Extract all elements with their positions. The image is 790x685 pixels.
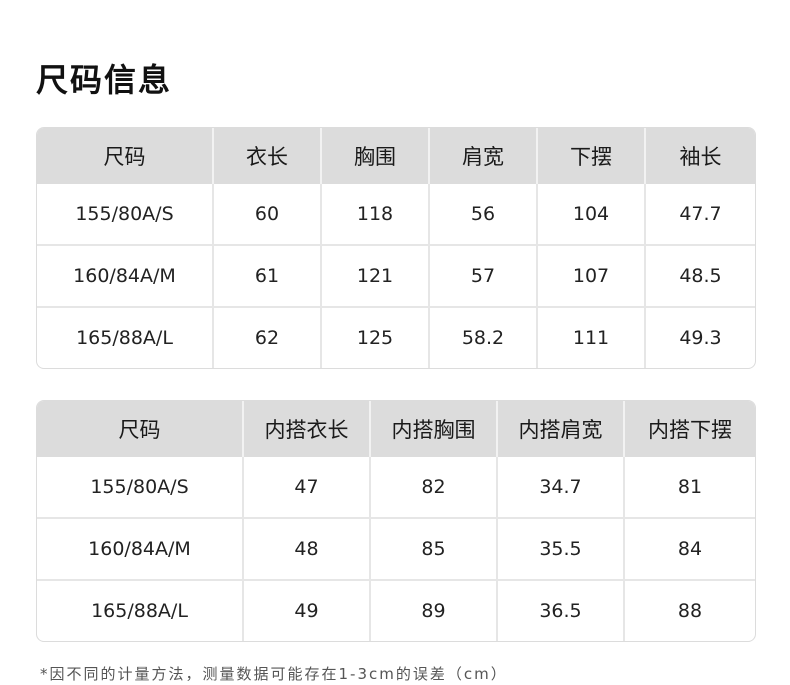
cell-chest: 118 — [322, 184, 430, 246]
cell-inner-chest: 82 — [371, 457, 498, 519]
cell-inner-hem: 81 — [625, 457, 755, 519]
table-row: 165/88A/L 49 89 36.5 88 — [37, 581, 755, 641]
header-inner-hem: 内搭下摆 — [625, 401, 755, 457]
header-inner-shoulder: 内搭肩宽 — [498, 401, 625, 457]
cell-inner-length: 49 — [244, 581, 371, 641]
table-header-row: 尺码 衣长 胸围 肩宽 下摆 袖长 — [37, 128, 755, 184]
cell-hem: 104 — [538, 184, 646, 246]
header-size: 尺码 — [37, 128, 214, 184]
cell-shoulder: 57 — [430, 246, 538, 308]
cell-length: 61 — [214, 246, 322, 308]
cell-size: 165/88A/L — [37, 308, 214, 368]
cell-inner-length: 47 — [244, 457, 371, 519]
cell-chest: 121 — [322, 246, 430, 308]
cell-hem: 111 — [538, 308, 646, 368]
cell-length: 60 — [214, 184, 322, 246]
cell-inner-hem: 88 — [677, 600, 703, 622]
measurement-footnote: *因不同的计量方法，测量数据可能存在1-3cm的误差（cm） — [40, 665, 508, 683]
cell-chest: 125 — [322, 308, 430, 368]
cell-hem: 107 — [538, 246, 646, 308]
cell-sleeve: 47.7 — [646, 184, 755, 246]
cell-inner-hem: 84 — [625, 519, 755, 581]
size-table-inner: 尺码 内搭衣长 内搭胸围 内搭肩宽 内搭下摆 155/80A/S 47 82 3… — [36, 400, 756, 642]
cell-size: 160/84A/M — [37, 519, 244, 581]
cell-inner-shoulder: 36.5 — [498, 581, 625, 641]
cell-size: 160/84A/M — [37, 246, 214, 308]
cell-shoulder: 58.2 — [430, 308, 538, 368]
table-row: 155/80A/S 60 118 56 104 47.7 — [37, 184, 755, 246]
cell-size: 155/80A/S — [37, 184, 214, 246]
table-row: 155/80A/S 47 82 34.7 81 — [37, 457, 755, 519]
header-length: 衣长 — [214, 128, 322, 184]
header-inner-length: 内搭衣长 — [244, 401, 371, 457]
cell-inner-shoulder: 35.5 — [498, 519, 625, 581]
cell-inner-chest: 89 — [371, 581, 498, 641]
cell-sleeve: 49.3 — [679, 327, 722, 349]
cell-sleeve: 48.5 — [646, 246, 755, 308]
table-row: 160/84A/M 48 85 35.5 84 — [37, 519, 755, 581]
cell-size: 155/80A/S — [37, 457, 244, 519]
header-size: 尺码 — [37, 401, 244, 457]
table-row: 160/84A/M 61 121 57 107 48.5 — [37, 246, 755, 308]
table-header-row: 尺码 内搭衣长 内搭胸围 内搭肩宽 内搭下摆 — [37, 401, 755, 457]
page-title: 尺码信息 — [36, 61, 173, 99]
header-shoulder: 肩宽 — [430, 128, 538, 184]
header-hem: 下摆 — [538, 128, 646, 184]
cell-inner-length: 48 — [244, 519, 371, 581]
cell-length: 62 — [214, 308, 322, 368]
cell-shoulder: 56 — [430, 184, 538, 246]
header-inner-chest: 内搭胸围 — [371, 401, 498, 457]
table-row: 165/88A/L 62 125 58.2 111 49.3 — [37, 308, 755, 368]
header-sleeve: 袖长 — [646, 128, 755, 184]
cell-inner-shoulder: 34.7 — [498, 457, 625, 519]
header-chest: 胸围 — [322, 128, 430, 184]
cell-size: 165/88A/L — [37, 581, 244, 641]
size-table-garment: 尺码 衣长 胸围 肩宽 下摆 袖长 155/80A/S 60 118 56 10… — [36, 127, 756, 369]
cell-inner-chest: 85 — [371, 519, 498, 581]
